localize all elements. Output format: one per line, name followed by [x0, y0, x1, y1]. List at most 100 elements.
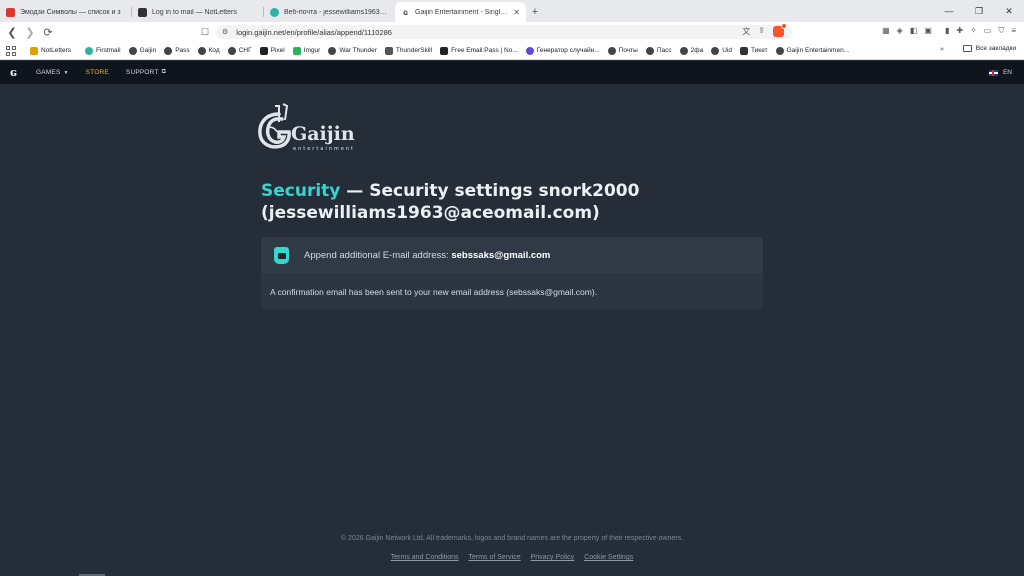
bookmark-favicon-icon	[85, 46, 93, 55]
bookmark-item[interactable]: Генератор случайн...	[525, 46, 600, 55]
bookmark-item[interactable]: ThunderSkill	[384, 46, 432, 55]
browser-extensions: ▦ ◈ ◧ ▣ ▮ ✚ ✧ ▭ ⛉ ≡	[882, 26, 1016, 36]
page-title: Security — Security settings snork2000 (…	[261, 180, 781, 224]
browser-tab-active[interactable]: ɢ Gaijin Entertainment - Single Sig ✕	[395, 2, 526, 22]
terms-of-service-link[interactable]: Terms of Service	[468, 554, 520, 561]
reload-icon[interactable]: ⟳	[40, 24, 56, 40]
vpn-icon[interactable]: ⛉	[998, 26, 1004, 36]
browser-tab[interactable]: Веб-почта - jessewilliams1963@ace	[264, 2, 395, 22]
new-email-address: sebssaks@gmail.com	[451, 250, 551, 261]
nav-store[interactable]: STORE	[86, 69, 109, 76]
svg-text:Gaijin: Gaijin	[291, 123, 355, 145]
apps-grid-icon[interactable]	[6, 45, 16, 56]
tab-title: Веб-почта - jessewilliams1963@ace	[284, 8, 389, 16]
tab-favicon-icon: ɢ	[401, 7, 410, 17]
bookmark-item[interactable]: Gaijin Entertainmen...	[775, 46, 849, 55]
cookie-settings-link[interactable]: Cookie Settings	[584, 554, 633, 561]
bookmark-favicon-icon	[711, 46, 720, 55]
site-settings-icon[interactable]: ⚙	[222, 28, 228, 36]
tab-favicon-icon	[270, 7, 279, 17]
tab-favicon-icon	[138, 7, 147, 17]
restore-icon[interactable]: ❐	[964, 0, 994, 22]
svg-text:entertainment: entertainment	[293, 146, 355, 152]
menu-icon[interactable]: ≡	[1011, 26, 1016, 36]
translate-icon[interactable]: 文	[742, 26, 750, 37]
bookmark-favicon-icon	[607, 46, 616, 55]
minimize-icon[interactable]: —	[934, 0, 964, 22]
nav-support[interactable]: SUPPORT ⧉	[126, 69, 166, 76]
page-title-accent: Security	[261, 181, 341, 201]
bookmark-favicon-icon	[197, 46, 206, 55]
site-header: ɢ GAMES ▼ STORE SUPPORT ⧉ EN	[0, 61, 1024, 84]
forward-icon[interactable]: ❯	[22, 24, 38, 40]
bookmark-item[interactable]: Uid	[711, 46, 732, 55]
bookmark-item[interactable]: Pass	[164, 46, 190, 55]
mail-icon	[274, 247, 289, 264]
gaijin-wordmark-icon: Gaijin entertainment	[258, 103, 355, 152]
all-bookmarks-button[interactable]: Все закладки	[962, 45, 1016, 52]
bookmark-item[interactable]: Пасс	[645, 46, 672, 55]
bookmark-item[interactable]: Gaijin	[128, 46, 156, 55]
leo-ai-icon[interactable]: ✧	[970, 26, 977, 36]
bookmark-item[interactable]: Pixel	[259, 46, 285, 55]
browser-tab[interactable]: Log in to mail — NotLetters	[132, 2, 263, 22]
gaijin-logo-icon[interactable]: ɢ	[10, 66, 20, 79]
bookmark-favicon-icon	[679, 46, 688, 55]
url-text: login.gaijin.net/en/profile/alias/append…	[236, 27, 392, 37]
card-heading: Append additional E-mail address: sebssa…	[304, 250, 551, 261]
back-icon[interactable]: ❮	[4, 24, 20, 40]
extension-icon[interactable]: ◈	[897, 26, 903, 36]
footer-links: Terms and Conditions Terms of Service Pr…	[0, 554, 1024, 561]
bookmark-item[interactable]: Imgur	[292, 46, 320, 55]
bookmark-favicon-icon	[525, 46, 534, 55]
extension-icon[interactable]: ▣	[924, 26, 932, 36]
address-bar[interactable]: ⚙ login.gaijin.net/en/profile/alias/appe…	[216, 23, 792, 39]
bookmarks-bar: NotLetters Firstmail Gaijin Pass Код СНГ…	[0, 42, 1024, 60]
browser-tab[interactable]: Эмодзи Символы — список и з	[0, 2, 131, 22]
external-link-icon: ⧉	[161, 69, 167, 75]
terms-and-conditions-link[interactable]: Terms and Conditions	[391, 554, 459, 561]
tab-title: Gaijin Entertainment - Single Sig	[415, 8, 510, 16]
tab-title: Эмодзи Символы — список и з	[20, 8, 121, 16]
bookmark-favicon-icon	[739, 46, 748, 55]
close-window-icon[interactable]: ✕	[994, 0, 1024, 22]
bookmark-favicon-icon	[775, 46, 784, 55]
share-icon[interactable]: ⇪	[758, 26, 765, 37]
close-tab-icon[interactable]: ✕	[513, 8, 520, 17]
address-bar-actions: 文 ⇪	[742, 23, 787, 37]
language-selector[interactable]: EN	[988, 69, 1012, 76]
append-email-card: Append additional E-mail address: sebssa…	[261, 237, 763, 309]
bookmark-favicon-icon	[440, 46, 449, 55]
bookmark-favicon-icon	[30, 46, 38, 55]
sidebar-icon[interactable]: ▮	[945, 26, 949, 36]
extensions-puzzle-icon[interactable]: ✚	[956, 26, 963, 36]
bookmark-item[interactable]: NotLetters	[30, 46, 71, 55]
nav-games[interactable]: GAMES ▼	[36, 69, 69, 76]
bookmark-item[interactable]: Firstmail	[85, 46, 121, 55]
bookmark-item[interactable]: War Thunder	[328, 46, 377, 55]
bookmark-item[interactable]: 2фа	[679, 46, 703, 55]
new-tab-button[interactable]: +	[526, 2, 544, 22]
chevron-down-icon: ▼	[63, 69, 69, 76]
bookmark-favicon-icon	[227, 46, 236, 55]
privacy-policy-link[interactable]: Privacy Policy	[531, 554, 575, 561]
gaijin-brand-logo: Gaijin entertainment	[257, 102, 367, 152]
brave-shields-icon[interactable]	[773, 23, 787, 37]
bookmark-item[interactable]: СНГ	[227, 46, 252, 55]
window-controls: — ❐ ✕	[934, 0, 1024, 22]
bookmark-item[interactable]: Free Email:Pass | No...	[440, 46, 518, 55]
bookmark-favicon-icon	[328, 46, 337, 55]
bookmark-item[interactable]: Тикет	[739, 46, 768, 55]
bookmark-favicon-icon	[292, 46, 301, 55]
bookmarks-overflow-icon[interactable]: »	[940, 46, 944, 53]
extension-icon[interactable]: ◧	[910, 26, 918, 36]
bookmark-item[interactable]: Почты	[607, 46, 638, 55]
browser-toolbar: ❮ ❯ ⟳ ☐ ⚙ login.gaijin.net/en/profile/al…	[0, 22, 1024, 42]
bookmark-item[interactable]: Код	[197, 46, 220, 55]
wallet-icon[interactable]: ▭	[984, 26, 992, 36]
footer-copyright: © 2026 Gaijin Network Ltd. All trademark…	[340, 535, 684, 542]
extension-icon[interactable]: ▦	[882, 26, 890, 36]
confirmation-message: A confirmation email has been sent to yo…	[270, 287, 598, 297]
bookmark-favicon-icon	[164, 46, 173, 55]
bookmark-page-icon[interactable]: ☐	[199, 25, 211, 39]
